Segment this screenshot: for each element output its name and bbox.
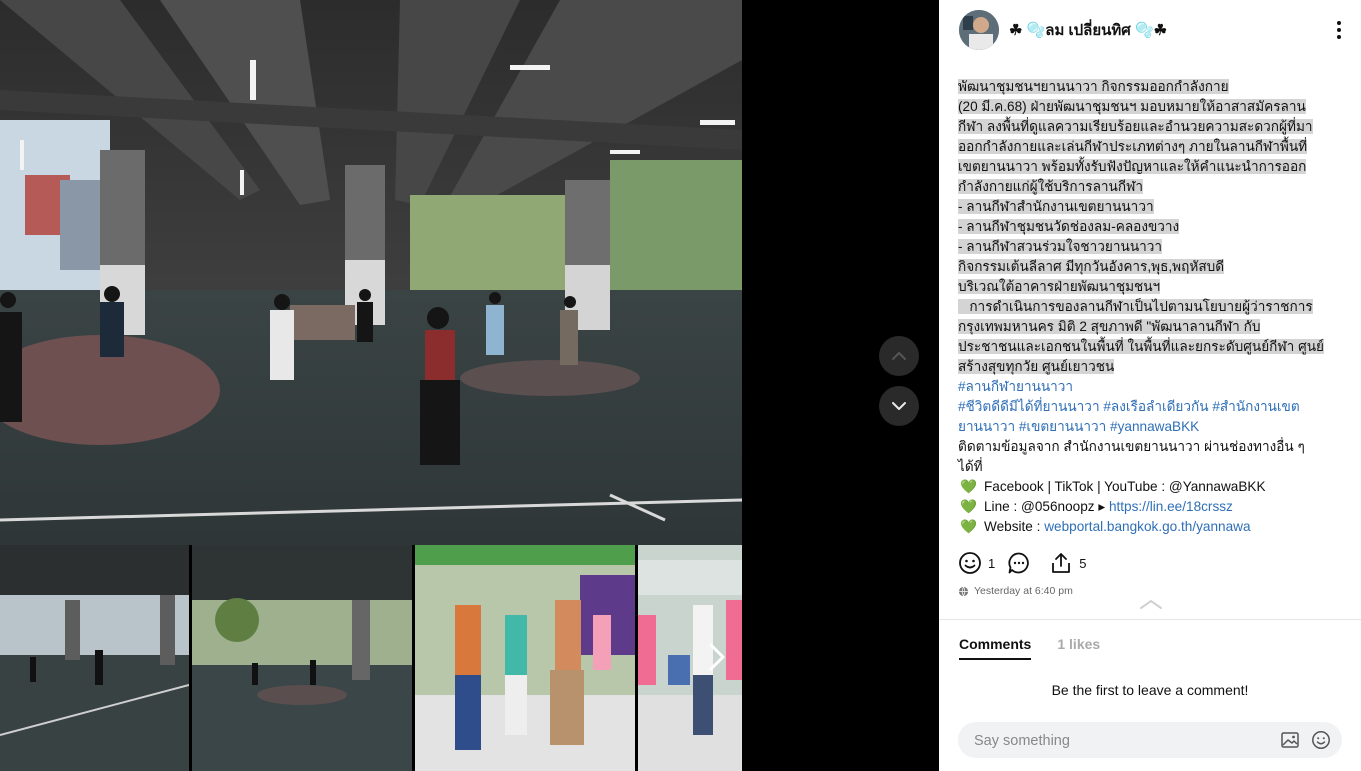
post-line: บริเวณใต้อาคารฝ่ายพัฒนาชุมชนฯ <box>958 279 1161 294</box>
post-actions: 1 5 <box>958 551 1098 575</box>
thumbnail-3[interactable] <box>415 545 635 771</box>
thumbnail-4[interactable] <box>638 545 742 771</box>
comment-box <box>958 722 1342 760</box>
thumbnail-2[interactable] <box>192 545 412 771</box>
comment-button[interactable] <box>1007 551 1037 575</box>
post-line: - ลานกีฬาสวนร่วมใจชาวยานนาวา <box>958 239 1163 254</box>
line-label: Line : @056noopz ▸ <box>984 499 1109 514</box>
hashtag-link[interactable]: #ชีวิตดีดีมีได้ที่ยานนาวา #ลงเรือลำเดียว… <box>958 399 1300 414</box>
divider <box>939 619 1361 620</box>
more-vertical-icon[interactable] <box>1329 18 1349 42</box>
timestamp-text: Yesterday at 6:40 pm <box>974 585 1073 597</box>
line-url-link[interactable]: https://lin.ee/18crssz <box>1109 499 1233 514</box>
green-heart-icon: 💚 <box>960 519 977 534</box>
post-line: - ลานกีฬาสำนักงานเขตยานนาวา <box>958 199 1154 214</box>
post-line: กิจกรรมเต้นลีลาศ มีทุกวันอังคาร,พุธ,พฤหั… <box>958 259 1225 274</box>
share-count: 5 <box>1079 555 1087 571</box>
chevron-up-icon <box>892 352 906 360</box>
green-heart-icon: 💚 <box>960 479 977 494</box>
reaction-count: 1 <box>988 555 996 571</box>
social-channels: Facebook | TikTok | YouTube : @YannawaBK… <box>984 479 1266 494</box>
hashtag-link[interactable]: ยานนาวา #เขตยานนาวา #yannawaBKK <box>958 419 1199 434</box>
smile-icon <box>959 552 981 574</box>
empty-comments-message: Be the first to leave a comment! <box>1051 682 1249 698</box>
post-line: สร้างสุขทุกวัย ศูนย์เยาวชน <box>958 359 1115 374</box>
collapse-chevron-icon[interactable] <box>1139 598 1163 610</box>
emoji-icon[interactable] <box>1311 730 1331 750</box>
post-line: ออกกำลังกายและเล่นกีฬาประเภทต่างๆ ภายในล… <box>958 139 1308 154</box>
share-icon <box>1052 553 1071 573</box>
thumbnail-strip <box>0 545 742 771</box>
share-button[interactable]: 5 <box>1049 551 1086 575</box>
reaction-button[interactable]: 1 <box>958 551 995 575</box>
post-line: พัฒนาชุมชนฯยานนาวา กิจกรรมออกกำลังกาย <box>958 79 1229 94</box>
next-post-button[interactable] <box>879 386 919 426</box>
post-line: (20 มี.ค.68) ฝ่ายพัฒนาชุมชนฯ มอบหมายให้อ… <box>958 99 1306 114</box>
follow-text: ติดตามข้อมูลจาก สำนักงานเขตยานนาวา ผ่านช… <box>958 439 1305 454</box>
website-label: Website : <box>984 519 1045 534</box>
post-body: พัฒนาชุมชนฯยานนาวา กิจกรรมออกกำลังกาย (2… <box>958 77 1343 377</box>
avatar[interactable] <box>959 10 999 50</box>
photo-viewer <box>0 0 939 771</box>
thumbnail-1[interactable] <box>0 545 189 771</box>
post-line: ประชาชนและเอกชนในพื้นที่ ในพื้นที่และยกร… <box>958 339 1324 354</box>
hashtag-link[interactable]: #ลานกีฬายานนาวา <box>958 379 1073 394</box>
chevron-down-icon <box>892 402 906 410</box>
author-name[interactable]: ☘ 🫧ลม เปลี่ยนทิศ 🫧☘ <box>1009 18 1167 42</box>
post-text: พัฒนาชุมชนฯยานนาวา กิจกรรมออกกำลังกาย (2… <box>958 77 1343 537</box>
main-photo[interactable] <box>0 0 742 545</box>
comment-input[interactable] <box>972 722 1266 760</box>
post-line: กำลังกายแก่ผู้ใช้บริการลานกีฬา <box>958 179 1143 194</box>
comment-tabs: Comments 1 likes <box>959 636 1100 660</box>
post-line: เขตยานนาวา พร้อมทั้งรับฟังปัญหาและให้คำแ… <box>958 159 1307 174</box>
post-detail-panel: ☘ 🫧ลม เปลี่ยนทิศ 🫧☘ พัฒนาชุมชนฯยานนาวา ก… <box>939 0 1361 771</box>
post-header: ☘ 🫧ลม เปลี่ยนทิศ 🫧☘ <box>959 10 1349 50</box>
post-line: การดำเนินการของลานกีฬาเป็นไปตามนโยบายผู้… <box>958 299 1313 314</box>
post-line: กีฬา ลงพื้นที่ดูแลความเรียบร้อยและอำนวยค… <box>958 119 1313 134</box>
tab-likes[interactable]: 1 likes <box>1057 636 1100 660</box>
post-line: - ลานกีฬาชุมชนวัดช่องลม-คลองขวาง <box>958 219 1180 234</box>
green-heart-icon: 💚 <box>960 499 977 514</box>
follow-text: ได้ที่ <box>958 459 983 474</box>
comment-icon <box>1008 552 1030 574</box>
tab-comments[interactable]: Comments <box>959 636 1032 660</box>
post-timestamp: Yesterday at 6:40 pm <box>958 585 1073 597</box>
previous-post-button[interactable] <box>879 336 919 376</box>
post-line: กรุงเทพมหานคร มิติ 2 สุขภาพดี "พัฒนาลานก… <box>958 319 1261 334</box>
website-url-link[interactable]: webportal.bangkok.go.th/yannawa <box>1044 519 1250 534</box>
image-icon[interactable] <box>1280 730 1300 750</box>
globe-icon <box>958 586 969 597</box>
chevron-right-icon[interactable] <box>708 643 726 671</box>
